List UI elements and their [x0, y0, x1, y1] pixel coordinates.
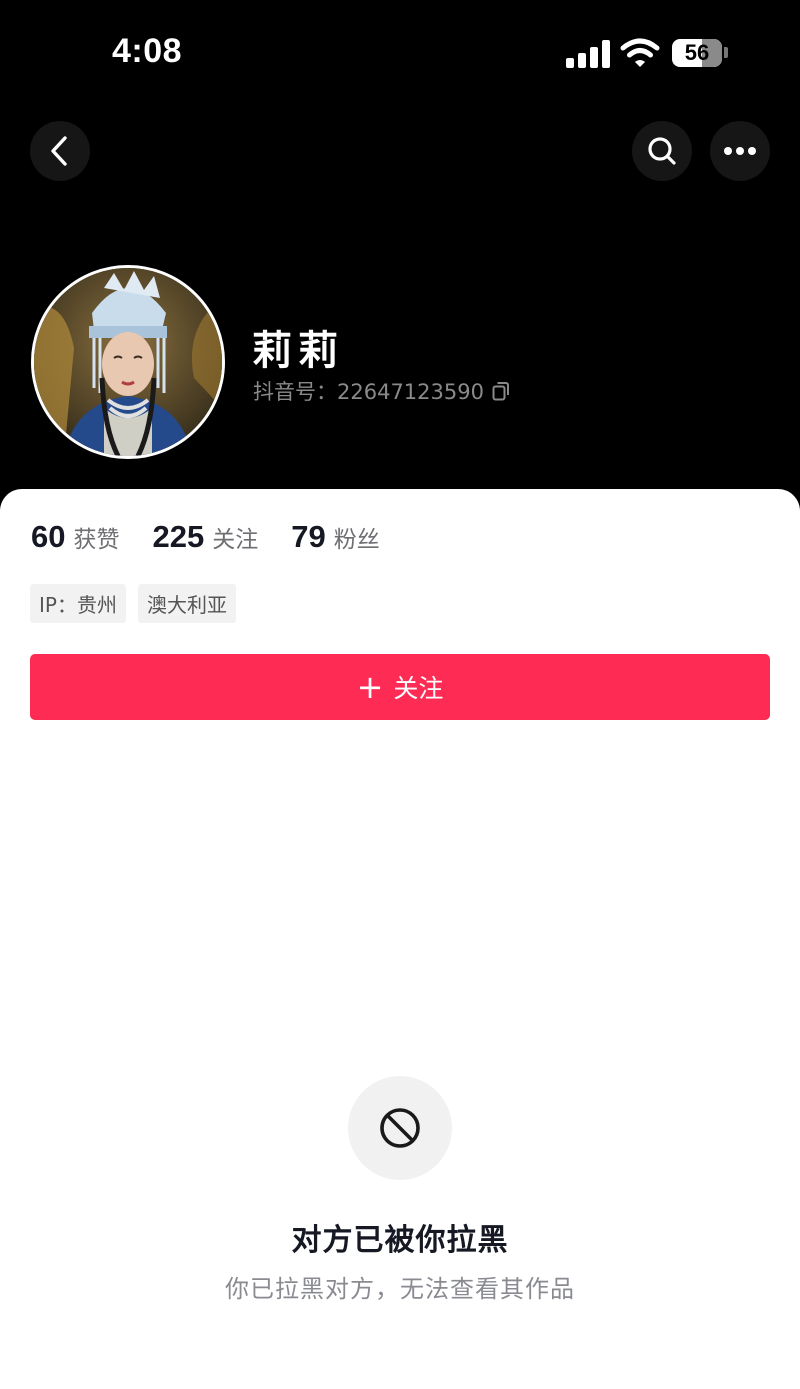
status-bar: 4:08 56	[0, 0, 800, 100]
stat-label: 关注	[212, 527, 259, 553]
douyin-id: 抖音号：22647123590	[253, 376, 510, 406]
follow-button-label: 关注	[393, 674, 444, 703]
profile-name: 莉莉	[252, 328, 344, 374]
wifi-icon	[620, 38, 660, 67]
stat-label: 获赞	[73, 527, 120, 553]
stat-value: 225	[152, 519, 205, 554]
blocked-subtitle: 你已拉黑对方，无法查看其作品	[225, 1275, 575, 1303]
search-button[interactable]	[632, 121, 692, 181]
copy-icon[interactable]	[492, 381, 510, 401]
back-button[interactable]	[30, 121, 90, 181]
battery-level: 56	[684, 40, 710, 65]
blocked-title: 对方已被你拉黑	[291, 1223, 509, 1258]
status-time: 4:08	[112, 32, 183, 70]
avatar-image	[34, 268, 222, 456]
more-horizontal-icon	[724, 147, 756, 155]
follow-button[interactable]: + 关注	[30, 654, 770, 720]
stat-value: 60	[31, 519, 66, 554]
block-icon	[380, 1108, 420, 1148]
stat-label: 粉丝	[333, 527, 380, 553]
avatar[interactable]	[31, 265, 225, 459]
stat-likes[interactable]: 60 获赞	[31, 519, 119, 555]
stat-value: 79	[291, 519, 326, 554]
chevron-left-icon	[51, 136, 67, 166]
profile-card: 60 获赞 225 关注 79 粉丝 IP：贵州 澳大利亚 + 关注 对方已被你…	[0, 489, 800, 1389]
battery-icon: 56	[672, 39, 722, 67]
search-icon	[648, 137, 676, 165]
stats-row: 60 获赞 225 关注 79 粉丝	[31, 519, 413, 555]
profile-tags: IP：贵州 澳大利亚	[30, 584, 248, 623]
douyin-id-text: 抖音号：22647123590	[253, 380, 484, 404]
stat-following[interactable]: 225 关注	[152, 519, 258, 555]
more-options-button[interactable]	[710, 121, 770, 181]
battery-cap	[724, 47, 728, 58]
blocked-icon-container	[348, 1076, 452, 1180]
plus-icon: +	[356, 668, 384, 706]
tag-ip: IP：贵州	[30, 584, 126, 623]
stat-followers[interactable]: 79 粉丝	[291, 519, 379, 555]
tag-location: 澳大利亚	[137, 584, 236, 623]
cellular-signal-icon	[566, 40, 610, 68]
